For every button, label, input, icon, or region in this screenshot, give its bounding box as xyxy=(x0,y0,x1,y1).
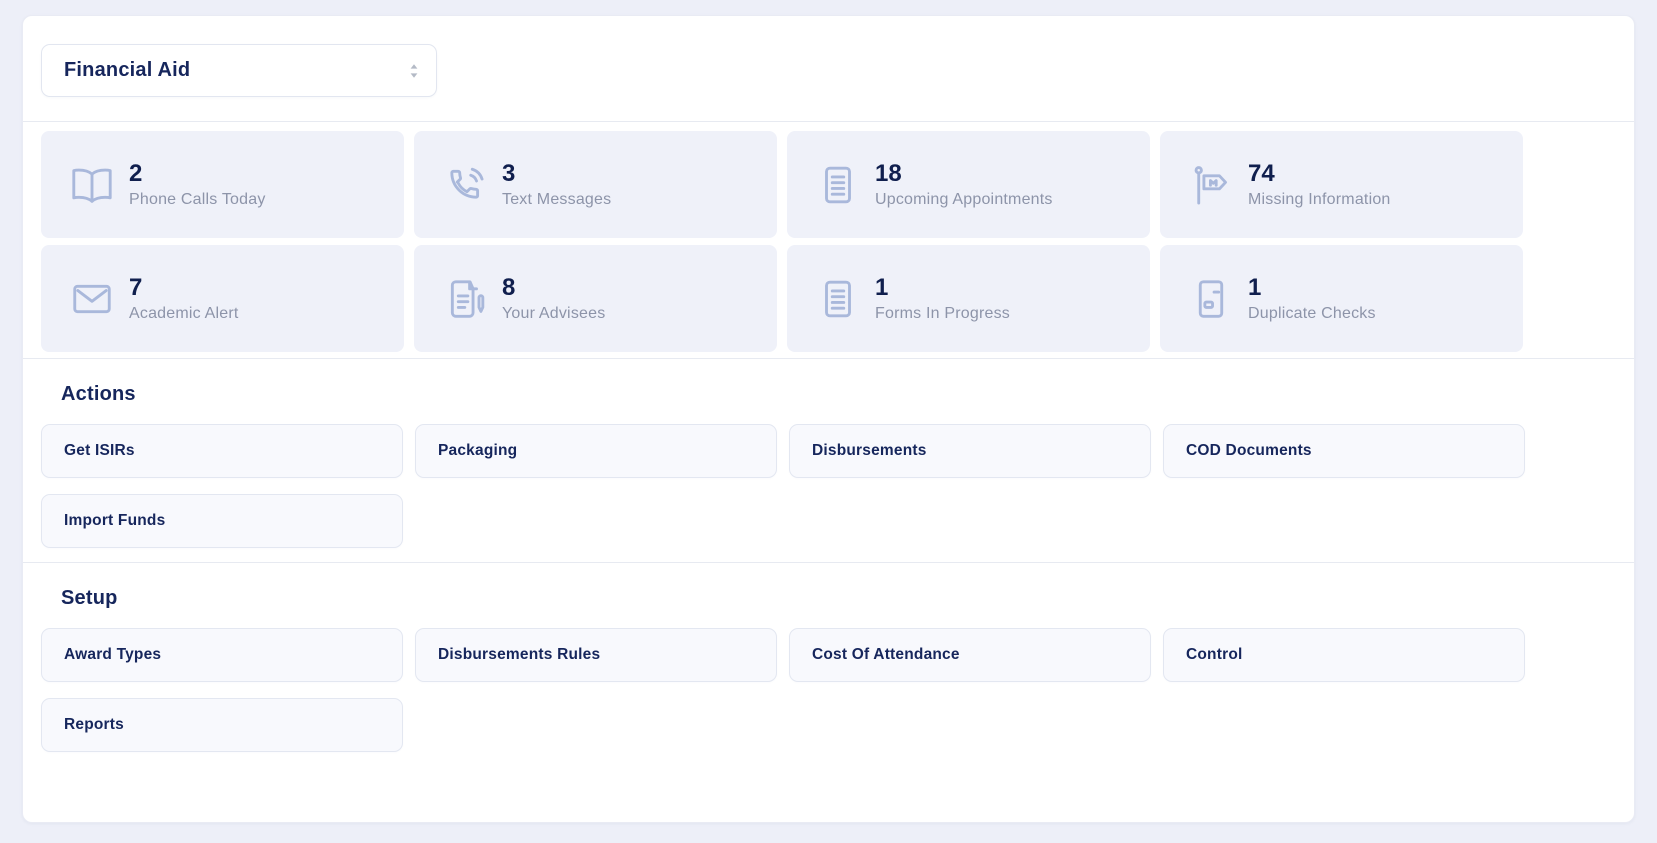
action-button-label: Award Types xyxy=(64,646,162,663)
stat-label: Phone Calls Today xyxy=(129,191,266,209)
stat-label: Missing Information xyxy=(1248,191,1391,209)
book-open-icon xyxy=(69,162,115,208)
stat-card[interactable]: 18 Upcoming Appointments xyxy=(787,131,1150,238)
action-button-label: Get ISIRs xyxy=(64,442,135,459)
stat-value: 7 xyxy=(129,273,143,301)
stats-grid: 2 Phone Calls Today 3 Text Messages 18 U… xyxy=(23,122,1634,358)
stat-card[interactable]: 8 Your Advisees xyxy=(414,245,777,352)
department-select[interactable]: Financial Aid xyxy=(41,44,437,97)
stat-card[interactable]: 1 Duplicate Checks xyxy=(1160,245,1523,352)
action-button-label: Disbursements Rules xyxy=(438,646,601,663)
disbursements-button[interactable]: Disbursements xyxy=(789,424,1151,478)
document-lines-icon xyxy=(815,276,861,322)
section-title: Actions xyxy=(61,383,136,405)
stat-label: Text Messages xyxy=(502,191,612,209)
stat-card[interactable]: 7 Academic Alert xyxy=(41,245,404,352)
phone-volume-icon xyxy=(442,162,488,208)
action-button-label: COD Documents xyxy=(1186,442,1312,459)
stat-label: Upcoming Appointments xyxy=(875,191,1053,209)
award-types-button[interactable]: Award Types xyxy=(41,628,403,682)
action-button-label: Packaging xyxy=(438,442,518,459)
section-button-grid: Award Types Disbursements Rules Cost Of … xyxy=(41,628,1616,752)
cost-of-attendance-button[interactable]: Cost Of Attendance xyxy=(789,628,1151,682)
cod-documents-button[interactable]: COD Documents xyxy=(1163,424,1525,478)
section-button-grid: Get ISIRs Packaging Disbursements COD Do… xyxy=(41,424,1616,548)
stat-value: 1 xyxy=(875,273,889,301)
stat-value: 1 xyxy=(1248,273,1262,301)
action-button-label: Import Funds xyxy=(64,512,166,529)
stat-label: Forms In Progress xyxy=(875,305,1010,323)
stat-label: Academic Alert xyxy=(129,305,239,323)
import-funds-button[interactable]: Import Funds xyxy=(41,494,403,548)
action-button-label: Reports xyxy=(64,716,124,733)
stat-card[interactable]: 74 Missing Information xyxy=(1160,131,1523,238)
stat-label: Your Advisees xyxy=(502,305,606,323)
envelope-icon xyxy=(69,276,115,322)
action-button-label: Cost Of Attendance xyxy=(812,646,960,663)
control-button[interactable]: Control xyxy=(1163,628,1525,682)
section: Setup Award Types Disbursements Rules Co… xyxy=(23,563,1634,766)
header-section: Financial Aid xyxy=(23,16,1634,121)
stat-card[interactable]: 1 Forms In Progress xyxy=(787,245,1150,352)
stat-value: 74 xyxy=(1248,159,1275,187)
stat-value: 3 xyxy=(502,159,516,187)
money-check-icon xyxy=(1188,276,1234,322)
stat-value: 18 xyxy=(875,159,902,187)
stat-value: 8 xyxy=(502,273,516,301)
reports-button[interactable]: Reports xyxy=(41,698,403,752)
action-button-label: Control xyxy=(1186,646,1243,663)
dashboard-card: Financial Aid 2 Phone Calls Today 3 Text… xyxy=(22,15,1635,823)
stat-label: Duplicate Checks xyxy=(1248,305,1376,323)
section-title: Setup xyxy=(61,587,118,609)
get-isirs-button[interactable]: Get ISIRs xyxy=(41,424,403,478)
packaging-button[interactable]: Packaging xyxy=(415,424,777,478)
department-select-value: Financial Aid xyxy=(64,59,191,81)
stat-card[interactable]: 2 Phone Calls Today xyxy=(41,131,404,238)
disbursements-rules-button[interactable]: Disbursements Rules xyxy=(415,628,777,682)
sections-container: Actions Get ISIRs Packaging Disbursement… xyxy=(23,358,1634,766)
flag-icon xyxy=(1188,162,1234,208)
document-lines-icon xyxy=(815,162,861,208)
section: Actions Get ISIRs Packaging Disbursement… xyxy=(23,359,1634,562)
stat-card[interactable]: 3 Text Messages xyxy=(414,131,777,238)
stat-value: 2 xyxy=(129,159,143,187)
select-updown-icon xyxy=(408,62,420,80)
action-button-label: Disbursements xyxy=(812,442,927,459)
document-pencil-icon xyxy=(442,276,488,322)
